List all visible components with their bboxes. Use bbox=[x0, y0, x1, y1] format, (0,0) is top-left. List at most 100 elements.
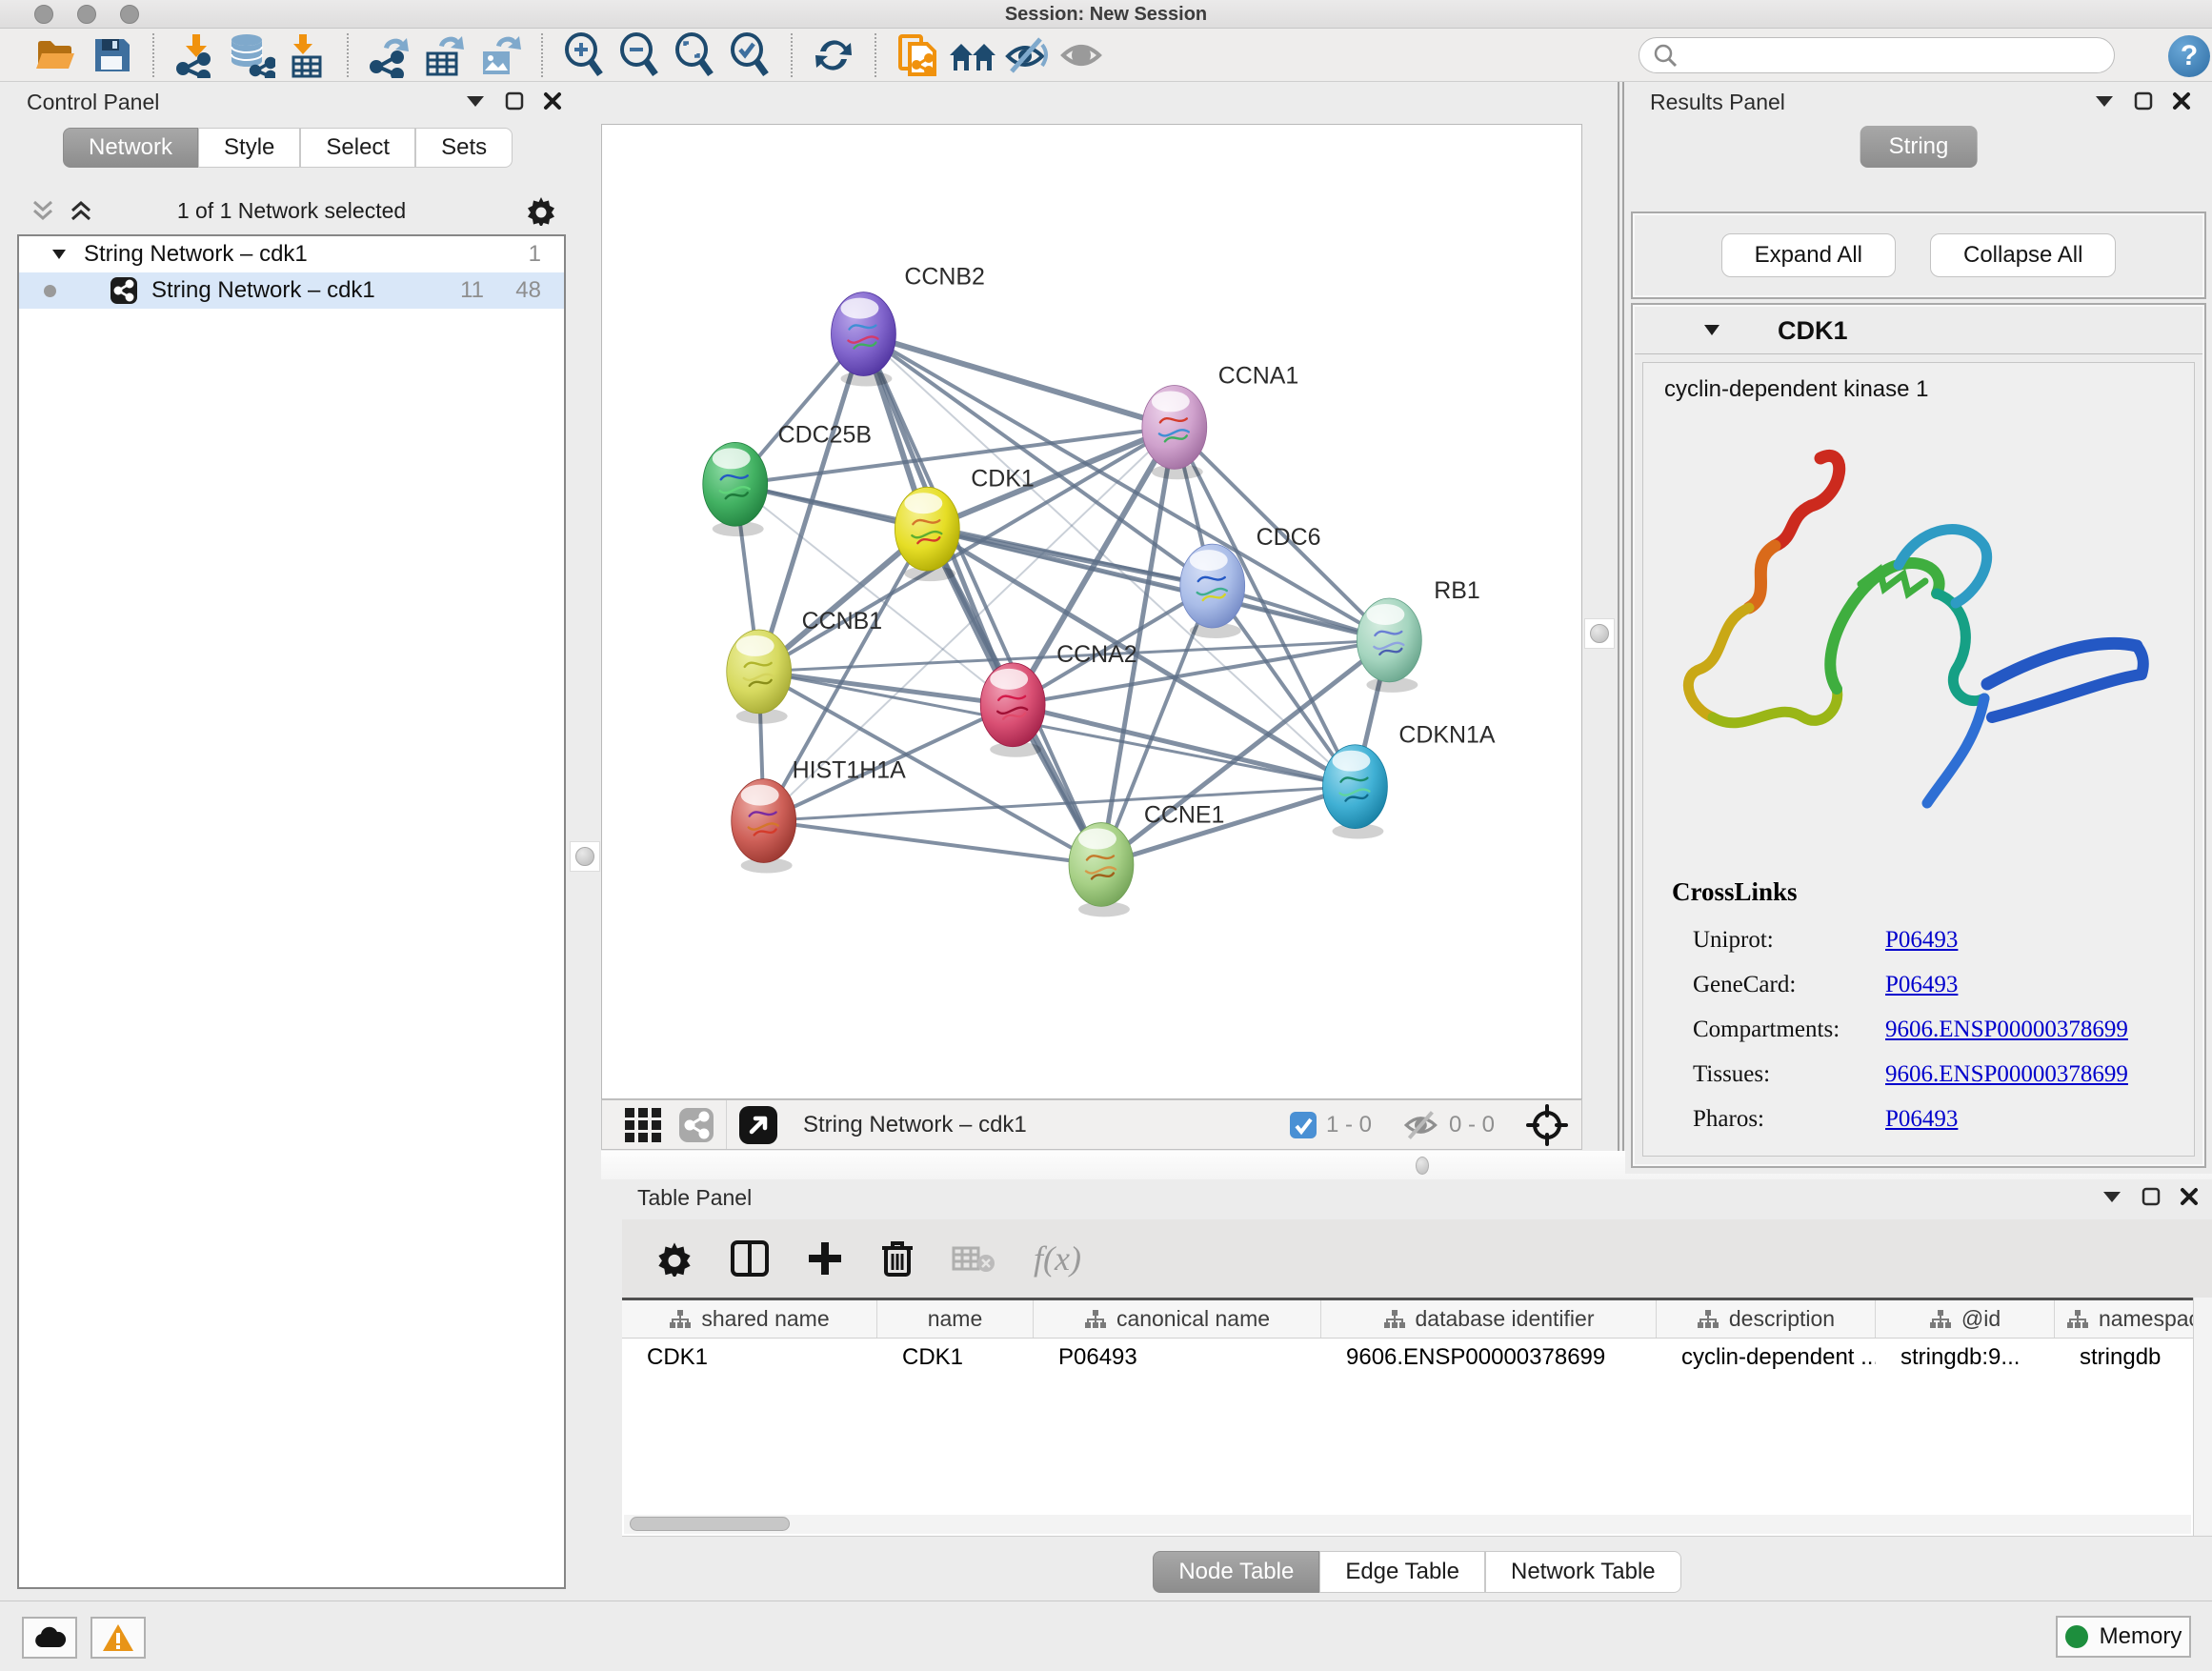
help-button[interactable]: ? bbox=[2168, 35, 2210, 77]
add-column-plus-icon[interactable] bbox=[807, 1240, 843, 1277]
zoom-fit-button[interactable] bbox=[667, 32, 722, 78]
table-cell[interactable]: stringdb:9... bbox=[1876, 1339, 2055, 1377]
crosslink-link[interactable]: P06493 bbox=[1885, 1106, 1958, 1133]
tab-network[interactable]: Network bbox=[63, 128, 198, 168]
panel-menu-icon[interactable] bbox=[2094, 94, 2115, 108]
zoom-selected-button[interactable] bbox=[722, 32, 777, 78]
table-vertical-scrollbar[interactable] bbox=[2193, 1298, 2212, 1536]
hide-selected-button[interactable] bbox=[1000, 32, 1056, 78]
function-builder-icon[interactable]: f(x) bbox=[1034, 1238, 1081, 1278]
network-node-CDKN1A[interactable]: CDKN1A bbox=[1323, 722, 1496, 839]
show-all-button[interactable] bbox=[1056, 32, 1111, 78]
tab-string[interactable]: String bbox=[1860, 126, 1978, 168]
tab-edge-table[interactable]: Edge Table bbox=[1319, 1551, 1485, 1593]
zoom-in-button[interactable] bbox=[556, 32, 612, 78]
network-edge[interactable] bbox=[863, 334, 1389, 640]
table-options-gear-icon[interactable] bbox=[656, 1240, 693, 1277]
detach-view-button[interactable] bbox=[738, 1105, 778, 1145]
crosslink-link[interactable]: 9606.ENSP00000378699 bbox=[1885, 1017, 2128, 1043]
save-session-button[interactable] bbox=[84, 32, 139, 78]
tab-node-table[interactable]: Node Table bbox=[1153, 1551, 1319, 1593]
open-session-button[interactable] bbox=[29, 32, 84, 78]
crosslink-label: Tissues: bbox=[1693, 1061, 1770, 1087]
float-panel-icon[interactable] bbox=[2134, 91, 2153, 111]
zoom-out-button[interactable] bbox=[612, 32, 667, 78]
crosslink-row: Uniprot:P06493 bbox=[1693, 927, 2175, 972]
network-options-gear-icon[interactable] bbox=[526, 195, 556, 226]
column-header-database-identifier[interactable]: database identifier bbox=[1321, 1300, 1657, 1338]
toolbar-separator bbox=[791, 33, 793, 77]
network-edge[interactable] bbox=[759, 672, 1013, 705]
column-header-canonical-name[interactable]: canonical name bbox=[1034, 1300, 1321, 1338]
network-node-CCNE1[interactable]: CCNE1 bbox=[1069, 802, 1224, 917]
network-edge[interactable] bbox=[863, 334, 1174, 428]
network-canvas[interactable]: CCNB2CCNA1CDC25BCDK1CDC6RB1CCNB1CCNA2CDK… bbox=[601, 124, 1582, 1099]
refresh-icon bbox=[813, 34, 855, 76]
table-horizontal-scrollbar[interactable] bbox=[624, 1515, 2191, 1534]
table-cell[interactable]: 9606.ENSP00000378699 bbox=[1321, 1339, 1657, 1377]
table-cell[interactable]: cyclin-dependent ... bbox=[1657, 1339, 1876, 1377]
float-panel-icon[interactable] bbox=[2142, 1187, 2161, 1206]
column-header-namespac[interactable]: namespac bbox=[2055, 1300, 2212, 1338]
hidden-eye-slash-icon[interactable] bbox=[1403, 1109, 1441, 1141]
close-panel-icon[interactable] bbox=[543, 91, 562, 111]
tab-sets[interactable]: Sets bbox=[415, 128, 513, 168]
warnings-button[interactable] bbox=[90, 1617, 146, 1659]
table-row[interactable]: CDK1CDK1P064939606.ENSP00000378699cyclin… bbox=[622, 1339, 2212, 1377]
tab-select[interactable]: Select bbox=[300, 128, 415, 168]
refresh-button[interactable] bbox=[806, 32, 861, 78]
tree-expand-icon[interactable] bbox=[51, 249, 67, 260]
close-panel-icon[interactable] bbox=[2180, 1187, 2199, 1206]
tab-style[interactable]: Style bbox=[198, 128, 300, 168]
crosslink-link[interactable]: P06493 bbox=[1885, 927, 1958, 954]
crosslink-label: GeneCard: bbox=[1693, 972, 1796, 997]
table-cell[interactable]: CDK1 bbox=[622, 1339, 877, 1377]
network-collection-row[interactable]: String Network – cdk1 1 bbox=[19, 236, 564, 272]
network-node-RB1[interactable]: RB1 bbox=[1357, 577, 1479, 693]
section-collapse-icon[interactable] bbox=[1703, 324, 1720, 336]
scrollbar-thumb[interactable] bbox=[630, 1517, 790, 1531]
table-cell[interactable]: CDK1 bbox=[877, 1339, 1034, 1377]
column-header-@id[interactable]: @id bbox=[1876, 1300, 2055, 1338]
column-header-name[interactable]: name bbox=[877, 1300, 1034, 1338]
birds-eye-grid-icon[interactable] bbox=[623, 1106, 665, 1144]
home-houses-button[interactable] bbox=[945, 32, 1000, 78]
gene-section-header[interactable]: CDK1 bbox=[1635, 307, 2202, 354]
column-header-description[interactable]: description bbox=[1657, 1300, 1876, 1338]
network-share-icon[interactable] bbox=[678, 1107, 714, 1143]
collapse-all-button[interactable]: Collapse All bbox=[1930, 233, 2116, 277]
panel-menu-icon[interactable] bbox=[2101, 1190, 2122, 1203]
float-panel-icon[interactable] bbox=[505, 91, 524, 111]
toolbar-separator bbox=[152, 33, 154, 77]
left-splitter-handle[interactable] bbox=[570, 841, 600, 872]
close-panel-icon[interactable] bbox=[2172, 91, 2191, 111]
network-edge[interactable] bbox=[863, 334, 1101, 865]
import-network-database-button[interactable] bbox=[223, 32, 278, 78]
duplicate-network-button[interactable] bbox=[890, 32, 945, 78]
show-columns-icon[interactable] bbox=[731, 1240, 769, 1277]
delete-column-trash-icon[interactable] bbox=[881, 1239, 914, 1278]
delete-table-icon[interactable] bbox=[952, 1242, 995, 1275]
expand-all-button[interactable]: Expand All bbox=[1721, 233, 1896, 277]
cloud-status-button[interactable] bbox=[22, 1617, 77, 1659]
panel-menu-icon[interactable] bbox=[465, 94, 486, 108]
crosslink-link[interactable]: 9606.ENSP00000378699 bbox=[1885, 1061, 2128, 1088]
network-node-CCNA1[interactable]: CCNA1 bbox=[1142, 362, 1298, 479]
column-header-shared-name[interactable]: shared name bbox=[622, 1300, 877, 1338]
import-table-file-button[interactable] bbox=[278, 32, 333, 78]
selected-checkbox-icon[interactable] bbox=[1288, 1110, 1318, 1140]
fit-selected-crosshair-icon[interactable] bbox=[1526, 1104, 1568, 1146]
export-image-button[interactable] bbox=[473, 32, 528, 78]
network-edge[interactable] bbox=[764, 821, 1101, 865]
table-cell[interactable]: P06493 bbox=[1034, 1339, 1321, 1377]
export-table-button[interactable] bbox=[417, 32, 473, 78]
crosslink-link[interactable]: P06493 bbox=[1885, 972, 1958, 998]
memory-button[interactable]: Memory bbox=[2056, 1616, 2191, 1658]
network-row[interactable]: String Network – cdk1 11 48 bbox=[19, 272, 564, 309]
tab-network-table[interactable]: Network Table bbox=[1485, 1551, 1681, 1593]
search-input[interactable] bbox=[1678, 43, 2087, 68]
export-network-button[interactable] bbox=[362, 32, 417, 78]
import-network-file-button[interactable] bbox=[168, 32, 223, 78]
right-splitter-handle[interactable] bbox=[1584, 618, 1615, 649]
table-cell[interactable]: stringdb bbox=[2055, 1339, 2212, 1377]
